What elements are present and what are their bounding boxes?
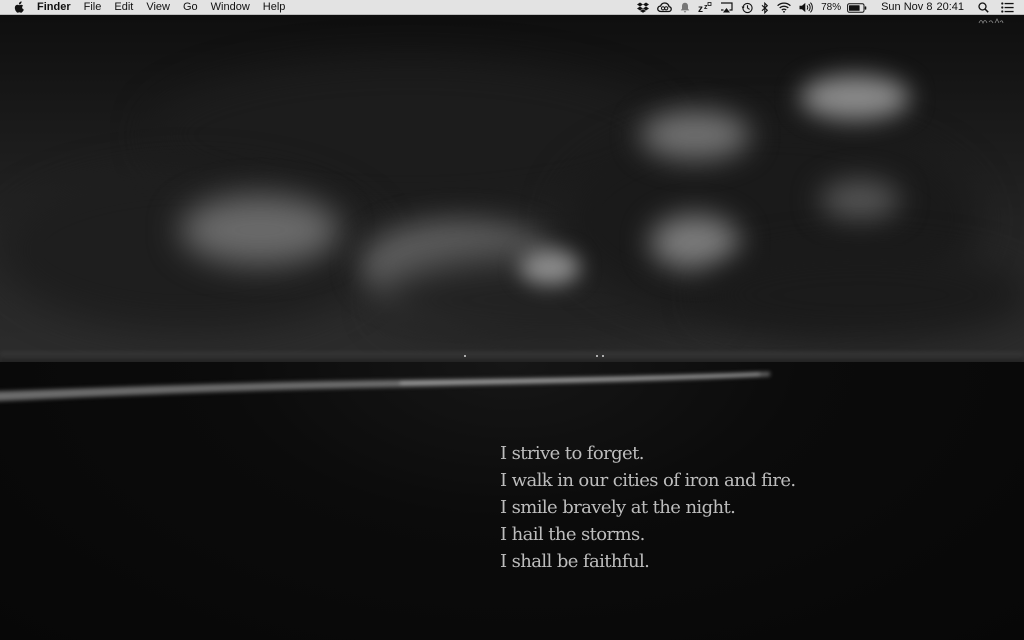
svg-text:z: z xyxy=(704,4,708,11)
creative-cloud-icon[interactable] xyxy=(657,0,672,15)
wallpaper-distant-light xyxy=(596,355,598,357)
menu-window[interactable]: Window xyxy=(211,0,250,15)
wallpaper-watermark xyxy=(978,17,1004,27)
desktop-screen: I strive to forget. I walk in our cities… xyxy=(0,0,1024,640)
sleep-zz-icon[interactable]: z z xyxy=(698,0,712,15)
poem-line: I strive to forget. xyxy=(500,443,644,464)
apple-icon[interactable] xyxy=(13,1,25,14)
menu-help[interactable]: Help xyxy=(263,0,286,15)
wallpaper-cloud xyxy=(180,195,340,265)
poem-line: I hail the storms. xyxy=(500,524,645,545)
bluetooth-icon[interactable] xyxy=(761,0,769,15)
menu-bar-date[interactable]: Sun Nov 8 xyxy=(881,0,932,15)
wallpaper-cloud xyxy=(800,75,910,120)
menu-bar-left: Finder File Edit View Go Window Help xyxy=(0,0,298,15)
time-machine-icon[interactable] xyxy=(741,0,753,15)
wallpaper-cloud xyxy=(640,110,750,160)
volume-icon[interactable] xyxy=(799,0,813,15)
desktop-wallpaper: I strive to forget. I walk in our cities… xyxy=(0,0,1024,640)
menu-bar-clock[interactable]: 20:41 xyxy=(936,0,964,15)
menu-view[interactable]: View xyxy=(146,0,170,15)
poem-line: I walk in our cities of iron and fire. xyxy=(500,470,796,491)
wallpaper-water-reflection xyxy=(0,372,770,402)
desktop-poem: I strive to forget. I walk in our cities… xyxy=(500,440,820,575)
notification-center-icon[interactable] xyxy=(1001,0,1014,15)
wallpaper-cloud xyxy=(650,215,740,270)
dropbox-icon[interactable] xyxy=(637,0,650,15)
wallpaper-cloud xyxy=(820,180,900,220)
menu-go[interactable]: Go xyxy=(183,0,198,15)
menu-app-name[interactable]: Finder xyxy=(37,0,71,15)
menu-bar-status-area: z z 78% Sun Nov 8 20:41 xyxy=(637,0,1024,15)
poem-line: I smile bravely at the night. xyxy=(500,497,736,518)
battery-icon[interactable] xyxy=(847,0,867,15)
spotlight-search-icon[interactable] xyxy=(978,0,989,15)
airplay-icon[interactable] xyxy=(720,0,733,15)
wallpaper-distant-light xyxy=(602,355,604,357)
menu-bar: Finder File Edit View Go Window Help z z… xyxy=(0,0,1024,15)
wallpaper-cloud xyxy=(520,250,580,285)
menu-file[interactable]: File xyxy=(84,0,102,15)
battery-percentage[interactable]: 78% xyxy=(821,0,841,15)
svg-text:z: z xyxy=(698,4,703,13)
menu-edit[interactable]: Edit xyxy=(114,0,133,15)
wifi-icon[interactable] xyxy=(777,0,791,15)
wallpaper-distant-light xyxy=(464,355,466,357)
poem-line: I shall be faithful. xyxy=(500,551,650,572)
wallpaper-cloud xyxy=(700,250,1024,340)
notification-bell-icon[interactable] xyxy=(680,0,690,15)
